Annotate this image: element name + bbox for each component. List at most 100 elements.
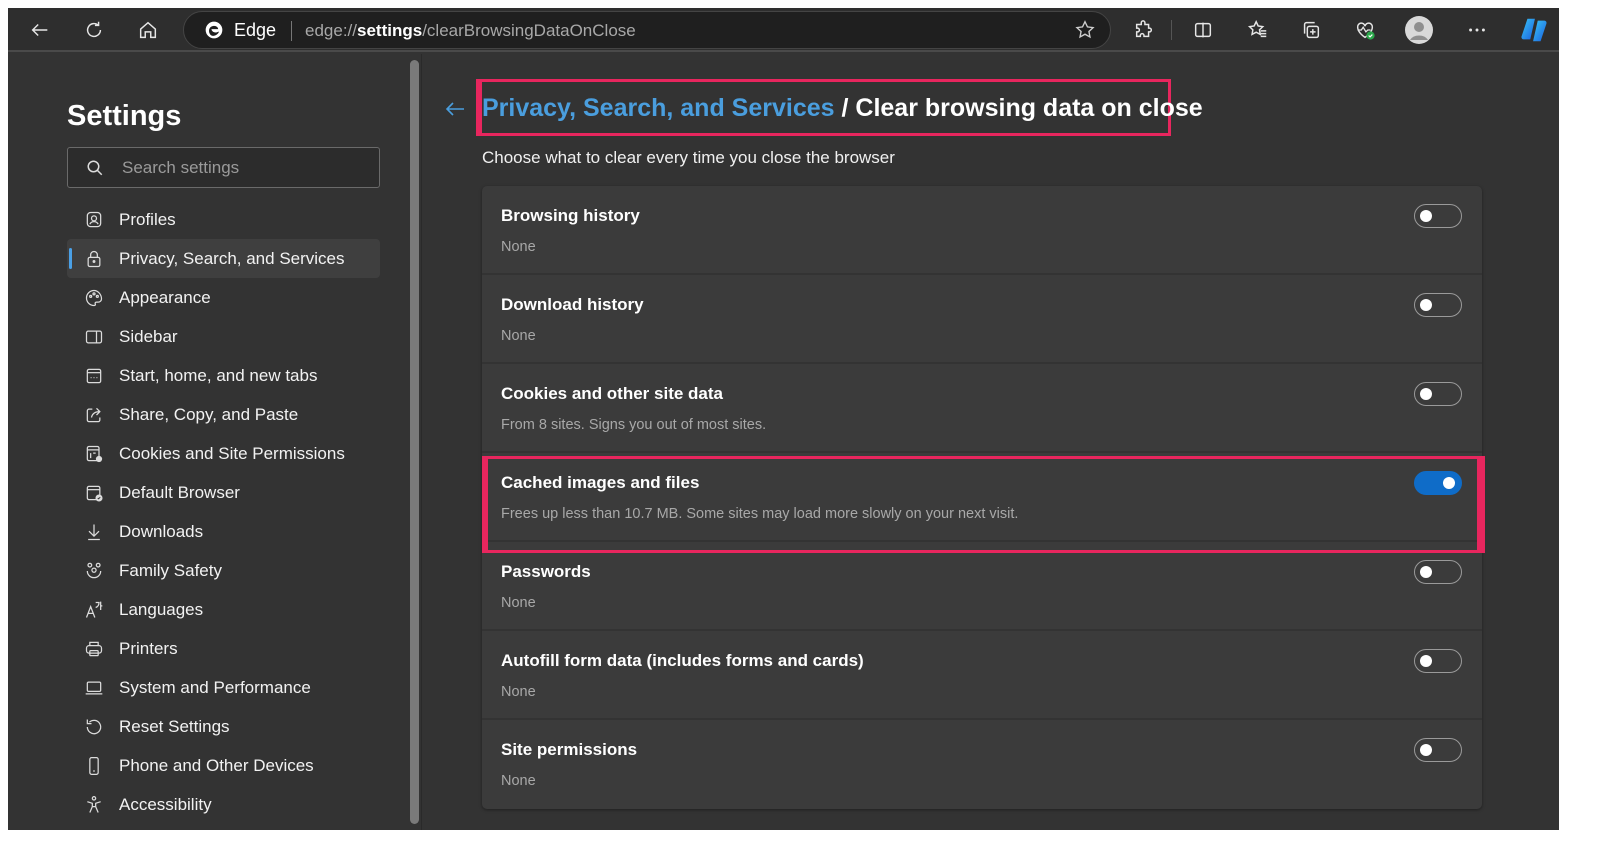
sidebar-item-downloads[interactable]: Downloads [67,512,380,551]
cookies-toggle[interactable] [1414,382,1462,406]
cached-images-toggle[interactable] [1414,471,1462,495]
pane-divider [421,54,422,830]
home-icon [139,21,157,39]
sidebar-item-label: Privacy, Search, and Services [119,248,345,268]
sidebar-item-share-copy-paste[interactable]: Share, Copy, and Paste [67,395,380,434]
sidebar-item-system-performance[interactable]: System and Performance [67,668,380,707]
sidebar-item-label: Start, home, and new tabs [119,365,318,385]
setting-description: None [501,684,536,700]
address-site-label: Edge [234,20,277,40]
search-settings-field[interactable] [67,147,380,188]
favorite-star-icon[interactable] [1074,19,1096,41]
sidebar-item-default-browser[interactable]: Default Browser [67,473,380,512]
sidebar-item-label: Share, Copy, and Paste [119,404,299,424]
sidebar-item-languages[interactable]: Languages [67,590,380,629]
back-arrow-icon[interactable] [443,97,467,121]
browser-window: Edge edge://settings/clearBrowsingDataOn… [8,8,1559,830]
sidebar-item-privacy[interactable]: Privacy, Search, and Services [67,239,380,278]
sidebar-item-label: Phone and Other Devices [119,755,314,775]
extensions-button[interactable] [1130,16,1158,44]
setting-description: None [501,595,536,611]
refresh-icon [86,21,102,38]
profile-button[interactable] [1404,15,1434,45]
sidebar-item-family-safety[interactable]: Family Safety [67,551,380,590]
sidebar-item-label: Appearance [119,287,211,307]
download-history-toggle[interactable] [1414,293,1462,317]
setting-title: Browsing history [501,206,640,225]
sidebar-item-sidebar[interactable]: Sidebar [67,317,380,356]
lock-icon [87,250,101,267]
palette-icon [85,289,103,306]
address-separator [291,21,292,41]
toggle-knob [1420,566,1432,578]
sidebar-item-label: Sidebar [119,326,178,346]
collections-button[interactable] [1297,16,1325,44]
profiles-icon [86,211,102,227]
search-icon [87,160,103,176]
share-icon [86,407,101,422]
sidebar-item-label: Accessibility [119,794,212,814]
refresh-button[interactable] [80,16,108,44]
reset-icon [86,719,102,734]
sidebar-item-label: Printers [119,638,178,658]
copilot-button[interactable] [1518,14,1550,46]
sidebar-item-label: Default Browser [119,482,240,502]
setting-row-autofill: Autofill form data (includes forms and c… [482,631,1482,720]
toggle-knob [1420,210,1432,222]
setting-title: Cookies and other site data [501,384,723,403]
back-button[interactable] [26,16,54,44]
setting-row-passwords: Passwords None [482,542,1482,631]
setting-description: None [501,239,536,255]
page-description: Choose what to clear every time you clos… [482,148,895,167]
sidebar-icon [85,330,103,343]
address-url[interactable]: edge://settings/clearBrowsingDataOnClose [305,21,636,41]
default-browser-icon [86,485,103,502]
setting-row-cached-images: Cached images and files Frees up less th… [482,453,1482,542]
sidebar-item-phone-devices[interactable]: Phone and Other Devices [67,746,380,785]
setting-title: Cached images and files [501,473,700,492]
browsing-history-toggle[interactable] [1414,204,1462,228]
sidebar-item-appearance[interactable]: Appearance [67,278,380,317]
breadcrumb-parent-link[interactable]: Privacy, Search, and Services [482,94,835,122]
site-permissions-toggle[interactable] [1414,738,1462,762]
toolbar-divider [1171,20,1172,40]
browser-toolbar: Edge edge://settings/clearBrowsingDataOn… [8,8,1559,52]
more-icon [1469,28,1485,32]
sidebar-item-reset-settings[interactable]: Reset Settings [67,707,380,746]
setting-row-browsing-history: Browsing history None [482,186,1482,275]
copilot-icon [1521,18,1547,42]
sidebar-item-label: Downloads [119,521,204,541]
toggle-knob [1420,744,1432,756]
favorites-icon [1247,20,1267,38]
autofill-toggle[interactable] [1414,649,1462,673]
toggle-knob [1420,655,1432,667]
sidebar-item-cookies-permissions[interactable]: Cookies and Site Permissions [67,434,380,473]
sidebar-item-accessibility[interactable]: Accessibility [67,785,380,824]
passwords-toggle[interactable] [1414,560,1462,584]
favorites-button[interactable] [1244,16,1272,44]
search-settings-input[interactable] [122,156,362,180]
languages-icon [85,601,103,618]
more-button[interactable] [1463,16,1491,44]
clear-on-close-card: Browsing history None Download history N… [482,186,1482,809]
start-page-icon [86,368,102,383]
setting-description: None [501,773,536,789]
sidebar-item-label: Cookies and Site Permissions [119,443,345,463]
browser-essentials-button[interactable] [1351,16,1379,44]
setting-row-cookies: Cookies and other site data From 8 sites… [482,364,1482,453]
split-screen-button[interactable] [1189,16,1217,44]
cookies-settings-icon [86,445,103,462]
url-scheme: edge:// [305,21,357,40]
accessibility-icon [87,795,101,813]
sidebar-scrollbar[interactable] [410,60,419,824]
address-bar[interactable]: Edge edge://settings/clearBrowsingDataOn… [183,11,1111,49]
setting-description: From 8 sites. Signs you out of most site… [501,417,767,433]
edge-logo-icon [205,21,223,39]
family-icon [86,562,102,578]
sidebar-item-label: System and Performance [119,677,311,697]
sidebar-item-profiles[interactable]: Profiles [67,200,380,239]
home-button[interactable] [134,16,162,44]
setting-title: Site permissions [501,740,638,759]
sidebar-item-start-home-tabs[interactable]: Start, home, and new tabs [67,356,380,395]
sidebar-item-printers[interactable]: Printers [67,629,380,668]
